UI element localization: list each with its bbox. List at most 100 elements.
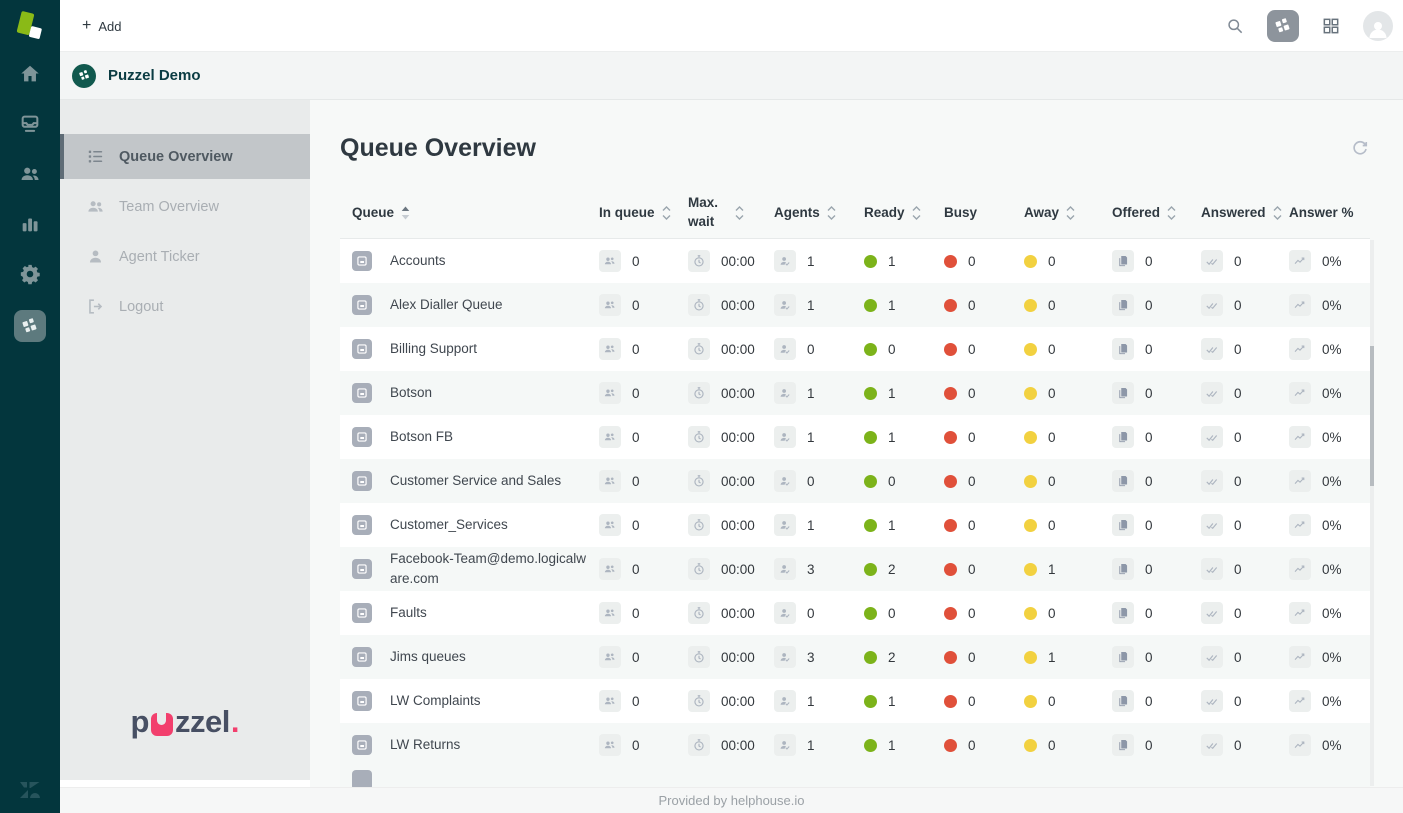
- in-queue-icon: [599, 470, 621, 492]
- max-wait-stopwatch-icon: [688, 602, 710, 624]
- max-wait-value: 00:00: [721, 342, 755, 357]
- in-queue-icon: [599, 294, 621, 316]
- sidebar-item-label: Team Overview: [119, 199, 219, 215]
- ready-value: 0: [888, 342, 896, 357]
- away-status-dot: [1024, 387, 1037, 400]
- sidebar-item-label: Queue Overview: [119, 149, 233, 165]
- max-wait-stopwatch-icon: [688, 382, 710, 404]
- table-row[interactable]: Facebook-Team@demo.logicalware.com 0 00:…: [340, 547, 1370, 591]
- puzzel-app-icon[interactable]: [14, 310, 46, 342]
- column-header-agents[interactable]: Agents: [766, 204, 856, 222]
- max-wait-value: 00:00: [721, 562, 755, 577]
- away-value: 0: [1048, 738, 1056, 753]
- agents-icon: [774, 514, 796, 536]
- search-icon[interactable]: [1225, 16, 1245, 36]
- answer-pct-trend-icon: [1289, 558, 1311, 580]
- sidebar-item-team-overview[interactable]: Team Overview: [60, 184, 310, 229]
- answered-value: 0: [1234, 518, 1242, 533]
- column-header-answer-pct[interactable]: Answer %: [1281, 205, 1370, 220]
- queue-icon: [352, 691, 372, 711]
- answered-value: 0: [1234, 562, 1242, 577]
- inbox-icon[interactable]: [16, 110, 44, 138]
- table-row[interactable]: LW Returns 0 00:00 1 1 0: [340, 723, 1370, 767]
- column-header-answered[interactable]: Answered: [1193, 204, 1281, 222]
- agents-icon: [774, 558, 796, 580]
- busy-status-dot: [944, 475, 957, 488]
- sidebar-item-agent-ticker[interactable]: Agent Ticker: [60, 234, 310, 279]
- footer-text: Provided by helphouse.io: [659, 793, 805, 808]
- table-row[interactable]: Customer_Services 0 00:00 1 1 0: [340, 503, 1370, 547]
- offered-document-icon: [1112, 338, 1134, 360]
- add-tab-button[interactable]: + Add: [72, 0, 131, 52]
- ready-value: 0: [888, 606, 896, 621]
- table-row[interactable]: Accounts 0 00:00 1 1 0: [340, 239, 1370, 283]
- table-row[interactable]: LW Complaints 0 00:00 1 1 0: [340, 679, 1370, 723]
- people-icon[interactable]: [16, 160, 44, 188]
- max-wait-stopwatch-icon: [688, 294, 710, 316]
- away-value: 1: [1048, 650, 1056, 665]
- queue-name: Alex Dialler Queue: [390, 295, 503, 315]
- table-row-partial[interactable]: [340, 767, 1370, 787]
- max-wait-stopwatch-icon: [688, 646, 710, 668]
- ready-status-dot: [864, 255, 877, 268]
- table-scrollbar[interactable]: [1370, 240, 1374, 786]
- column-header-busy[interactable]: Busy: [936, 205, 1016, 220]
- column-header-offered[interactable]: Offered: [1104, 204, 1193, 222]
- in-queue-value: 0: [632, 562, 640, 577]
- reports-icon[interactable]: [16, 210, 44, 238]
- answer-pct-value: 0%: [1322, 606, 1342, 621]
- column-header-max-wait[interactable]: Max. wait: [680, 194, 766, 230]
- answer-pct-trend-icon: [1289, 690, 1311, 712]
- agents-value: 0: [807, 606, 815, 621]
- away-status-dot: [1024, 651, 1037, 664]
- answer-pct-value: 0%: [1322, 474, 1342, 489]
- table-row[interactable]: Botson FB 0 00:00 1 1 0: [340, 415, 1370, 459]
- ready-status-dot: [864, 387, 877, 400]
- sidebar-item-queue-overview[interactable]: Queue Overview: [60, 134, 310, 179]
- table-row[interactable]: Alex Dialler Queue 0 00:00 1 1 0: [340, 283, 1370, 327]
- answered-doublecheck-icon: [1201, 426, 1223, 448]
- answered-doublecheck-icon: [1201, 382, 1223, 404]
- top-bar: + Add: [60, 0, 1403, 52]
- answered-value: 0: [1234, 298, 1242, 313]
- in-queue-value: 0: [632, 386, 640, 401]
- away-status-dot: [1024, 475, 1037, 488]
- column-header-away[interactable]: Away: [1016, 204, 1104, 222]
- table-row[interactable]: Botson 0 00:00 1 1 0: [340, 371, 1370, 415]
- agents-value: 1: [807, 694, 815, 709]
- busy-value: 0: [968, 738, 976, 753]
- offered-value: 0: [1145, 738, 1153, 753]
- table-row[interactable]: Faults 0 00:00 0 0 0: [340, 591, 1370, 635]
- settings-gear-icon[interactable]: [16, 260, 44, 288]
- ready-value: 1: [888, 738, 896, 753]
- table-row[interactable]: Billing Support 0 00:00 0 0 0: [340, 327, 1370, 371]
- agents-icon: [774, 338, 796, 360]
- queue-name: LW Returns: [390, 735, 460, 755]
- busy-status-dot: [944, 431, 957, 444]
- answer-pct-trend-icon: [1289, 426, 1311, 448]
- sidebar-item-logout[interactable]: Logout: [60, 284, 310, 329]
- refresh-icon[interactable]: [1350, 139, 1370, 159]
- column-header-ready[interactable]: Ready: [856, 204, 936, 222]
- app-tab-bar[interactable]: Puzzel Demo: [60, 52, 1403, 100]
- away-status-dot: [1024, 519, 1037, 532]
- home-icon[interactable]: [16, 60, 44, 88]
- away-status-dot: [1024, 695, 1037, 708]
- answer-pct-trend-icon: [1289, 734, 1311, 756]
- in-queue-value: 0: [632, 342, 640, 357]
- column-header-queue[interactable]: Queue: [340, 204, 591, 222]
- table-row[interactable]: Jims queues 0 00:00 3 2 0: [340, 635, 1370, 679]
- scrollbar-thumb[interactable]: [1370, 346, 1374, 486]
- agents-value: 1: [807, 298, 815, 313]
- answer-pct-value: 0%: [1322, 518, 1342, 533]
- busy-value: 0: [968, 342, 976, 357]
- column-header-in-queue[interactable]: In queue: [591, 204, 680, 222]
- offered-value: 0: [1145, 342, 1153, 357]
- offered-document-icon: [1112, 294, 1134, 316]
- queue-icon: [352, 647, 372, 667]
- user-avatar[interactable]: [1363, 11, 1393, 41]
- table-row[interactable]: Customer Service and Sales 0 00:00 0 0: [340, 459, 1370, 503]
- puzzel-topbar-app-icon[interactable]: [1267, 10, 1299, 42]
- apps-grid-icon[interactable]: [1321, 16, 1341, 36]
- answered-doublecheck-icon: [1201, 250, 1223, 272]
